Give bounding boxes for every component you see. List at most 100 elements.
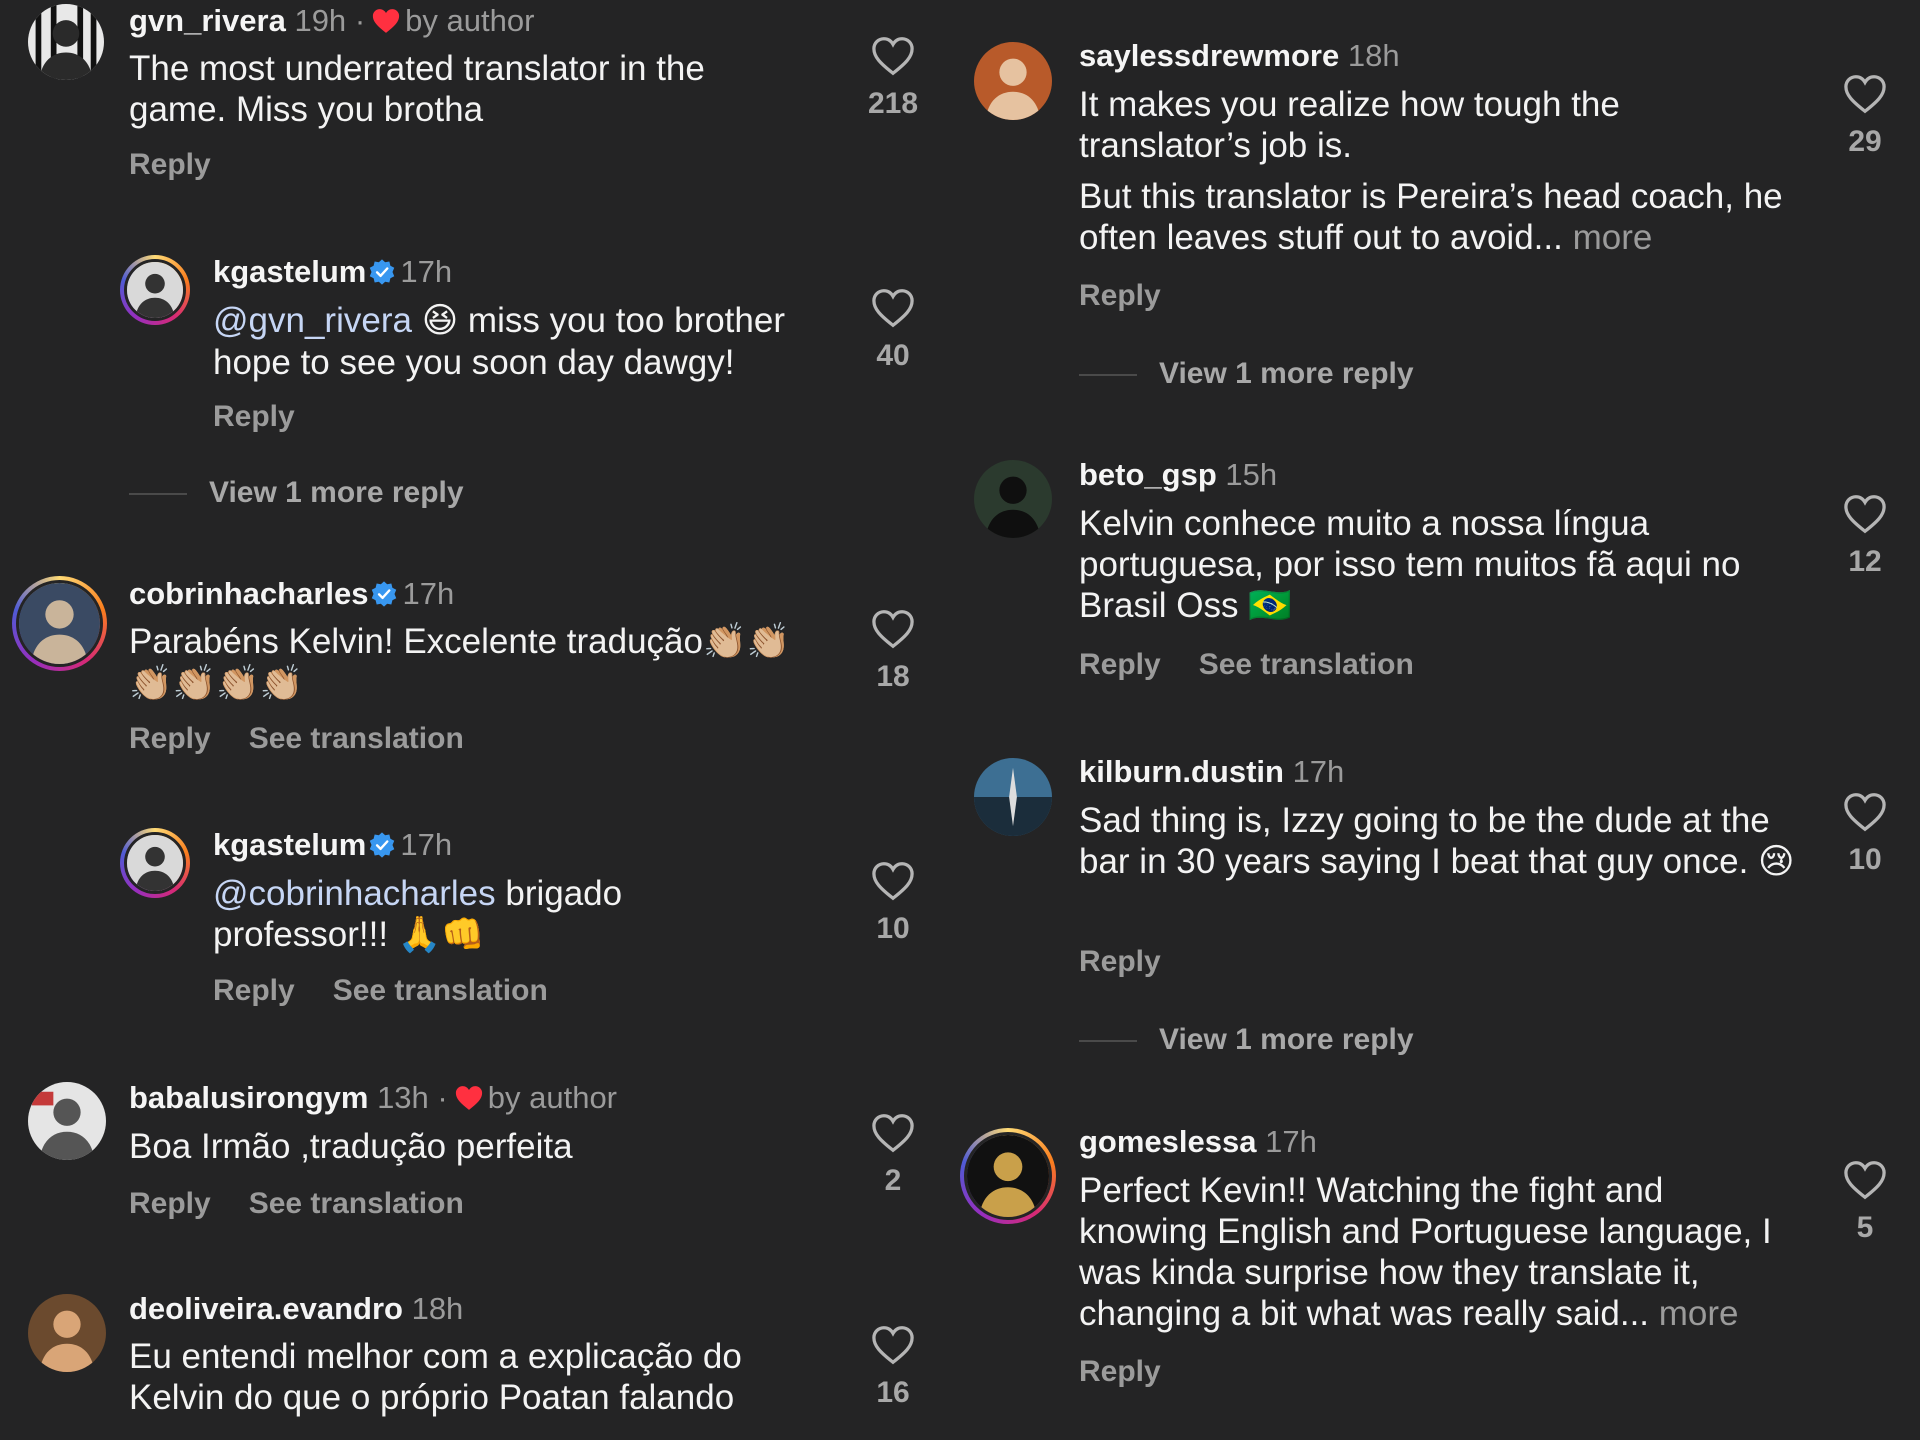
see-translation-button[interactable]: See translation (249, 1187, 464, 1220)
comment-text: Boa Irmão ,tradução perfeita (129, 1127, 573, 1166)
mention-link[interactable]: @gvn_rivera (213, 301, 412, 340)
by-author-label: by author (487, 1080, 618, 1115)
brazil-flag-emoji: 🇧🇷 (1248, 586, 1292, 626)
mention-link[interactable]: @cobrinhacharles (213, 874, 496, 913)
username[interactable]: gvn_rivera (129, 3, 286, 38)
avatar[interactable] (120, 255, 190, 325)
timestamp: 17h (1265, 1124, 1317, 1159)
like-control: 40 (853, 288, 933, 374)
more-link[interactable]: more (1573, 218, 1653, 257)
comment-text: It makes you realize how tough the trans… (1079, 85, 1620, 165)
timestamp: 17h (402, 576, 455, 611)
reply-button[interactable]: Reply (1079, 648, 1161, 681)
author-heart-icon (454, 1083, 484, 1113)
reply-button[interactable]: Reply (129, 148, 211, 181)
like-count: 29 (1848, 125, 1882, 158)
see-translation-button[interactable]: See translation (249, 722, 464, 755)
comment-text: @gvn_rivera 😆 miss you too brother hope … (213, 301, 785, 382)
timestamp: 18h (411, 1291, 464, 1326)
crying-emoji: 😢 (1758, 842, 1795, 882)
avatar[interactable] (974, 758, 1052, 836)
heart-icon[interactable] (871, 1113, 915, 1153)
avatar[interactable] (974, 460, 1052, 538)
comment-text: Perfect Kevin!! Watching the fight and k… (1079, 1171, 1772, 1333)
username[interactable]: saylessdrewmore (1079, 38, 1339, 73)
avatar[interactable] (28, 4, 104, 80)
like-count: 5 (1856, 1211, 1874, 1244)
like-count: 10 (876, 912, 910, 945)
timestamp: 17h (400, 827, 453, 862)
reply-button[interactable]: Reply (129, 722, 211, 755)
username[interactable]: deoliveira.evandro (129, 1291, 403, 1326)
reply-button[interactable]: Reply (129, 1187, 211, 1220)
author-heart-icon (371, 6, 401, 36)
comment-text: Eu entendi melhor com a explicação do Ke… (129, 1337, 742, 1417)
heart-icon[interactable] (871, 861, 915, 901)
username[interactable]: beto_gsp (1079, 457, 1217, 492)
more-link[interactable]: more (1659, 1294, 1739, 1333)
timestamp: 19h (294, 3, 347, 38)
like-control: 12 (1825, 494, 1905, 580)
like-control: 218 (853, 36, 933, 122)
like-control: 10 (853, 861, 933, 947)
username[interactable]: babalusirongym (129, 1080, 368, 1115)
heart-icon[interactable] (1843, 494, 1887, 534)
timestamp: 18h (1347, 38, 1400, 73)
like-count: 12 (1848, 545, 1882, 578)
reply-button[interactable]: Reply (1079, 945, 1161, 978)
like-control: 18 (853, 609, 933, 695)
verified-badge-icon (368, 831, 396, 859)
view-more-replies[interactable]: View 1 more reply (1079, 1022, 1414, 1058)
comment-text-continued: But this translator is Pereira’s head co… (1079, 177, 1783, 257)
heart-icon[interactable] (1843, 74, 1887, 114)
emoji: 🙏👊 (397, 915, 485, 955)
heart-icon[interactable] (871, 36, 915, 76)
heart-icon[interactable] (871, 288, 915, 328)
view-more-replies[interactable]: View 1 more reply (1079, 356, 1414, 392)
by-author-label: by author (405, 3, 535, 38)
see-translation-button[interactable]: See translation (1199, 648, 1414, 681)
username[interactable]: kgastelum (213, 254, 366, 289)
like-control: 2 (853, 1113, 933, 1199)
view-more-replies[interactable]: View 1 more reply (129, 475, 464, 511)
reply-button[interactable]: Reply (1079, 279, 1161, 312)
avatar[interactable] (960, 1128, 1056, 1224)
avatar[interactable] (974, 42, 1052, 120)
heart-icon[interactable] (1843, 792, 1887, 832)
reply-button[interactable]: Reply (213, 400, 295, 433)
like-count: 16 (876, 1376, 910, 1409)
avatar[interactable] (12, 576, 107, 671)
comment-text: Kelvin conhece muito a nossa língua port… (1079, 504, 1741, 626)
verified-badge-icon (368, 258, 396, 286)
reply-button[interactable]: Reply (213, 974, 295, 1007)
heart-icon[interactable] (871, 1325, 915, 1365)
emoji: 😆 (421, 301, 459, 341)
separator: · (354, 3, 366, 38)
timestamp: 13h (377, 1080, 429, 1115)
comment-text: @cobrinhacharles brigado professor!!! 🙏👊 (213, 874, 623, 955)
like-count: 218 (867, 87, 919, 120)
verified-badge-icon (370, 580, 398, 608)
like-control: 16 (853, 1325, 933, 1411)
like-count: 18 (876, 660, 910, 693)
comment-text: Sad thing is, Izzy going to be the dude … (1079, 801, 1795, 882)
separator: · (437, 1080, 448, 1115)
reply-button[interactable]: Reply (1079, 1355, 1161, 1388)
heart-icon[interactable] (871, 609, 915, 649)
username[interactable]: gomeslessa (1079, 1124, 1257, 1159)
username[interactable]: kgastelum (213, 827, 366, 862)
avatar[interactable] (28, 1082, 106, 1160)
comment-text: The most underrated translator in the ga… (129, 49, 705, 129)
avatar[interactable] (120, 828, 190, 898)
see-translation-button[interactable]: See translation (333, 974, 548, 1007)
username[interactable]: cobrinhacharles (129, 576, 368, 611)
username[interactable]: kilburn.dustin (1079, 754, 1284, 789)
heart-icon[interactable] (1843, 1160, 1887, 1200)
like-control: 10 (1825, 792, 1905, 878)
avatar[interactable] (28, 1294, 106, 1372)
like-control: 5 (1825, 1160, 1905, 1246)
timestamp: 17h (400, 254, 453, 289)
timestamp: 15h (1225, 457, 1278, 492)
timestamp: 17h (1292, 754, 1345, 789)
like-count: 40 (876, 339, 910, 372)
